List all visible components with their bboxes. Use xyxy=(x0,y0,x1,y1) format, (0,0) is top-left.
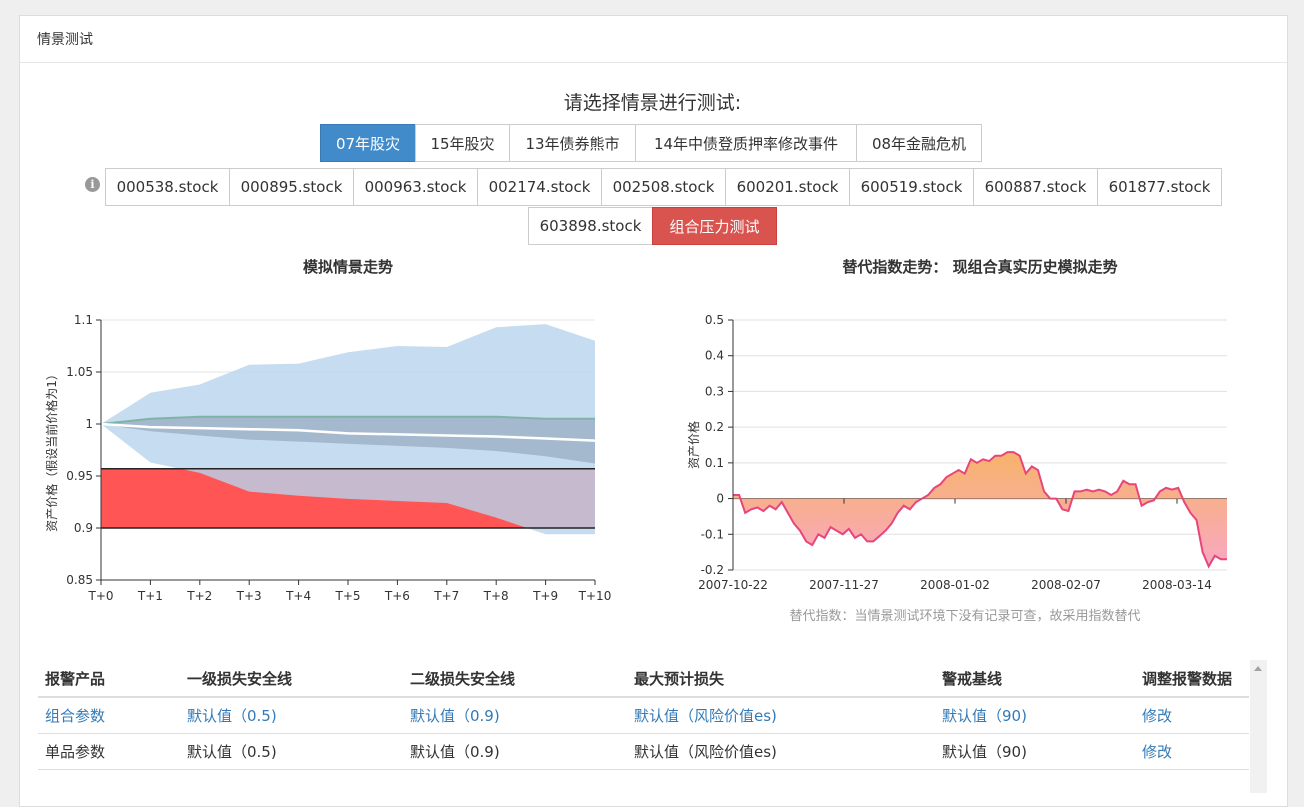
right-chart-title: 替代指数走势： 现组合真实历史模拟走势 xyxy=(842,258,1118,276)
y-axis-label: 资产价格 xyxy=(686,421,701,469)
scenario-simulation-chart: 0.85 0.9 0.95 1 1.05 1.1 T+0 T+1 T+2 T+3 T+4 T+5 T+6… xyxy=(44,313,612,603)
stock-button-600201[interactable]: 600201.stock xyxy=(725,168,850,206)
stock-button-600887[interactable]: 600887.stock xyxy=(973,168,1098,206)
table-header-cell: 调整报警数据 xyxy=(1135,660,1249,698)
stock-button-601877[interactable]: 601877.stock xyxy=(1097,168,1222,206)
y-tick-label: 1 xyxy=(85,417,93,431)
x-tick-label: 2008-01-02 xyxy=(920,578,990,592)
scroll-up-arrow[interactable] xyxy=(1254,666,1262,671)
scenario-button-1[interactable]: 15年股灾 xyxy=(415,124,510,162)
y-tick-label: 0 xyxy=(716,492,724,506)
y-axis-label: 资产价格（假设当前价格为1） xyxy=(44,368,59,532)
info-icon[interactable]: i xyxy=(85,177,100,192)
y-tick-label: 0.95 xyxy=(66,469,93,483)
y-tick-label: 1.05 xyxy=(66,365,93,379)
product-cell-container: 组合参数 xyxy=(38,697,180,734)
y-tick-label: 0.2 xyxy=(705,420,724,434)
level1-cell: 默认值（0.5) xyxy=(187,743,277,761)
stock-button-600519[interactable]: 600519.stock xyxy=(849,168,974,206)
baseline-cell[interactable]: 默认值（90) xyxy=(942,707,1027,725)
left-chart-title: 模拟情景走势 xyxy=(302,258,393,276)
x-tick-label: T+1 xyxy=(137,589,163,603)
x-tick-label: T+4 xyxy=(285,589,311,603)
table-header-cell: 警戒基线 xyxy=(935,660,1135,698)
y-tick-label: 0.9 xyxy=(74,521,93,535)
index-area xyxy=(733,452,1227,567)
scenario-button-3[interactable]: 14年中债登质押率修改事件 xyxy=(635,124,857,162)
level1-cell-container: 默认值（0.5) xyxy=(180,733,403,770)
x-tick-label: 2008-03-14 xyxy=(1142,578,1212,592)
edit-link[interactable]: 修改 xyxy=(1142,743,1172,761)
stock-button-002508[interactable]: 002508.stock xyxy=(601,168,726,206)
level2-cell[interactable]: 默认值（0.9) xyxy=(410,707,500,725)
scenario-buttons: 07年股灾 15年股灾 13年债券熊市 14年中债登质押率修改事件 08年金融危机 xyxy=(320,124,982,162)
x-tick-label: T+5 xyxy=(334,589,360,603)
table-scrollbar[interactable] xyxy=(1250,660,1267,793)
table-header-cell: 最大预计损失 xyxy=(627,660,935,698)
baseline-cell-container: 默认值（90) xyxy=(935,697,1135,734)
x-tick-label: T+10 xyxy=(578,589,612,603)
y-tick-label: -0.1 xyxy=(701,527,724,541)
y-tick-label: 0.1 xyxy=(705,456,724,470)
scenario-button-4[interactable]: 08年金融危机 xyxy=(856,124,982,162)
table-header-row: 报警产品 一级损失安全线 二级损失安全线 最大预计损失 警戒基线 调整报警数据 xyxy=(38,660,1249,698)
y-tick-label: 0.4 xyxy=(705,349,724,363)
scenario-button-2[interactable]: 13年债券熊市 xyxy=(509,124,636,162)
max-loss-cell[interactable]: 默认值（风险价值es) xyxy=(634,707,777,725)
x-tick-label: T+3 xyxy=(236,589,262,603)
level1-cell-container: 默认值（0.5) xyxy=(180,697,403,734)
baseline-cell-container: 默认值（90) xyxy=(935,733,1135,770)
y-tick-label: 0.85 xyxy=(66,573,93,587)
y-tick-label: 1.1 xyxy=(74,313,93,327)
product-cell: 单品参数 xyxy=(45,743,106,761)
stock-buttons-row2: 603898.stock 组合压力测试 xyxy=(528,207,777,245)
x-tick-label: T+9 xyxy=(532,589,558,603)
product-cell[interactable]: 组合参数 xyxy=(45,707,105,725)
stress-test-button[interactable]: 组合压力测试 xyxy=(652,207,777,245)
edit-link-container: 修改 xyxy=(1135,733,1249,770)
x-tick-label: T+0 xyxy=(87,589,113,603)
x-tick-label: T+8 xyxy=(483,589,509,603)
stock-button-603898[interactable]: 603898.stock xyxy=(528,207,653,245)
alert-table: 报警产品 一级损失安全线 二级损失安全线 最大预计损失 警戒基线 调整报警数据 组合参数默… xyxy=(38,660,1249,770)
edit-link[interactable]: 修改 xyxy=(1142,707,1172,725)
baseline-cell: 默认值（90) xyxy=(942,743,1027,761)
stock-button-002174[interactable]: 002174.stock xyxy=(477,168,602,206)
x-tick-label: T+7 xyxy=(433,589,459,603)
y-tick-label: -0.2 xyxy=(701,563,724,577)
panel-title: 情景测试 xyxy=(20,16,1287,63)
level2-cell-container: 默认值（0.9) xyxy=(403,733,627,770)
max-loss-cell: 默认值（风险价值es) xyxy=(634,743,777,761)
table-row: 组合参数 默认值（0.5) 默认值（0.9) 默认值（风险价值es) 默认值（90) 修改 xyxy=(38,697,1249,734)
x-tick-label: T+2 xyxy=(186,589,212,603)
x-tick-label: 2007-10-22 xyxy=(698,578,768,592)
level2-cell: 默认值（0.9) xyxy=(410,743,500,761)
stock-button-000895[interactable]: 000895.stock xyxy=(229,168,354,206)
x-tick-label: T+6 xyxy=(384,589,410,603)
right-chart-caption: 替代指数：当情景测试环境下没有记录可查，故采用指数替代 xyxy=(789,609,1141,624)
stock-buttons-row1: 000538.stock 000895.stock 000963.stock 0021… xyxy=(105,168,1222,206)
level2-cell-container: 默认值（0.9) xyxy=(403,697,627,734)
scenario-prompt: 请选择情景进行测试: xyxy=(563,92,742,114)
x-tick-label: 2007-11-27 xyxy=(809,578,879,592)
stock-button-000963[interactable]: 000963.stock xyxy=(353,168,478,206)
table-row: 单品参数 默认值（0.5) 默认值（0.9) 默认值（风险价值es) 默认值（90) 修改 xyxy=(38,733,1249,770)
table-header-cell: 一级损失安全线 xyxy=(180,660,403,698)
edit-link-container: 修改 xyxy=(1135,697,1249,734)
max-loss-cell-container: 默认值（风险价值es) xyxy=(627,733,935,770)
table-header-cell: 二级损失安全线 xyxy=(403,660,627,698)
product-cell-container: 单品参数 xyxy=(38,733,180,770)
table-header-cell: 报警产品 xyxy=(38,660,180,698)
y-tick-label: 0.5 xyxy=(705,313,724,327)
proxy-index-chart: -0.2 -0.1 0 0.1 0.2 0.3 0.4 0.5 2007-10-22 2007-1… xyxy=(686,313,1227,592)
level1-cell[interactable]: 默认值（0.5) xyxy=(187,707,277,725)
x-tick-label: 2008-02-07 xyxy=(1031,578,1101,592)
stock-button-000538[interactable]: 000538.stock xyxy=(105,168,230,206)
max-loss-cell-container: 默认值（风险价值es) xyxy=(627,697,935,734)
scenario-button-0[interactable]: 07年股灾 xyxy=(320,124,416,162)
y-tick-label: 0.3 xyxy=(705,384,724,398)
